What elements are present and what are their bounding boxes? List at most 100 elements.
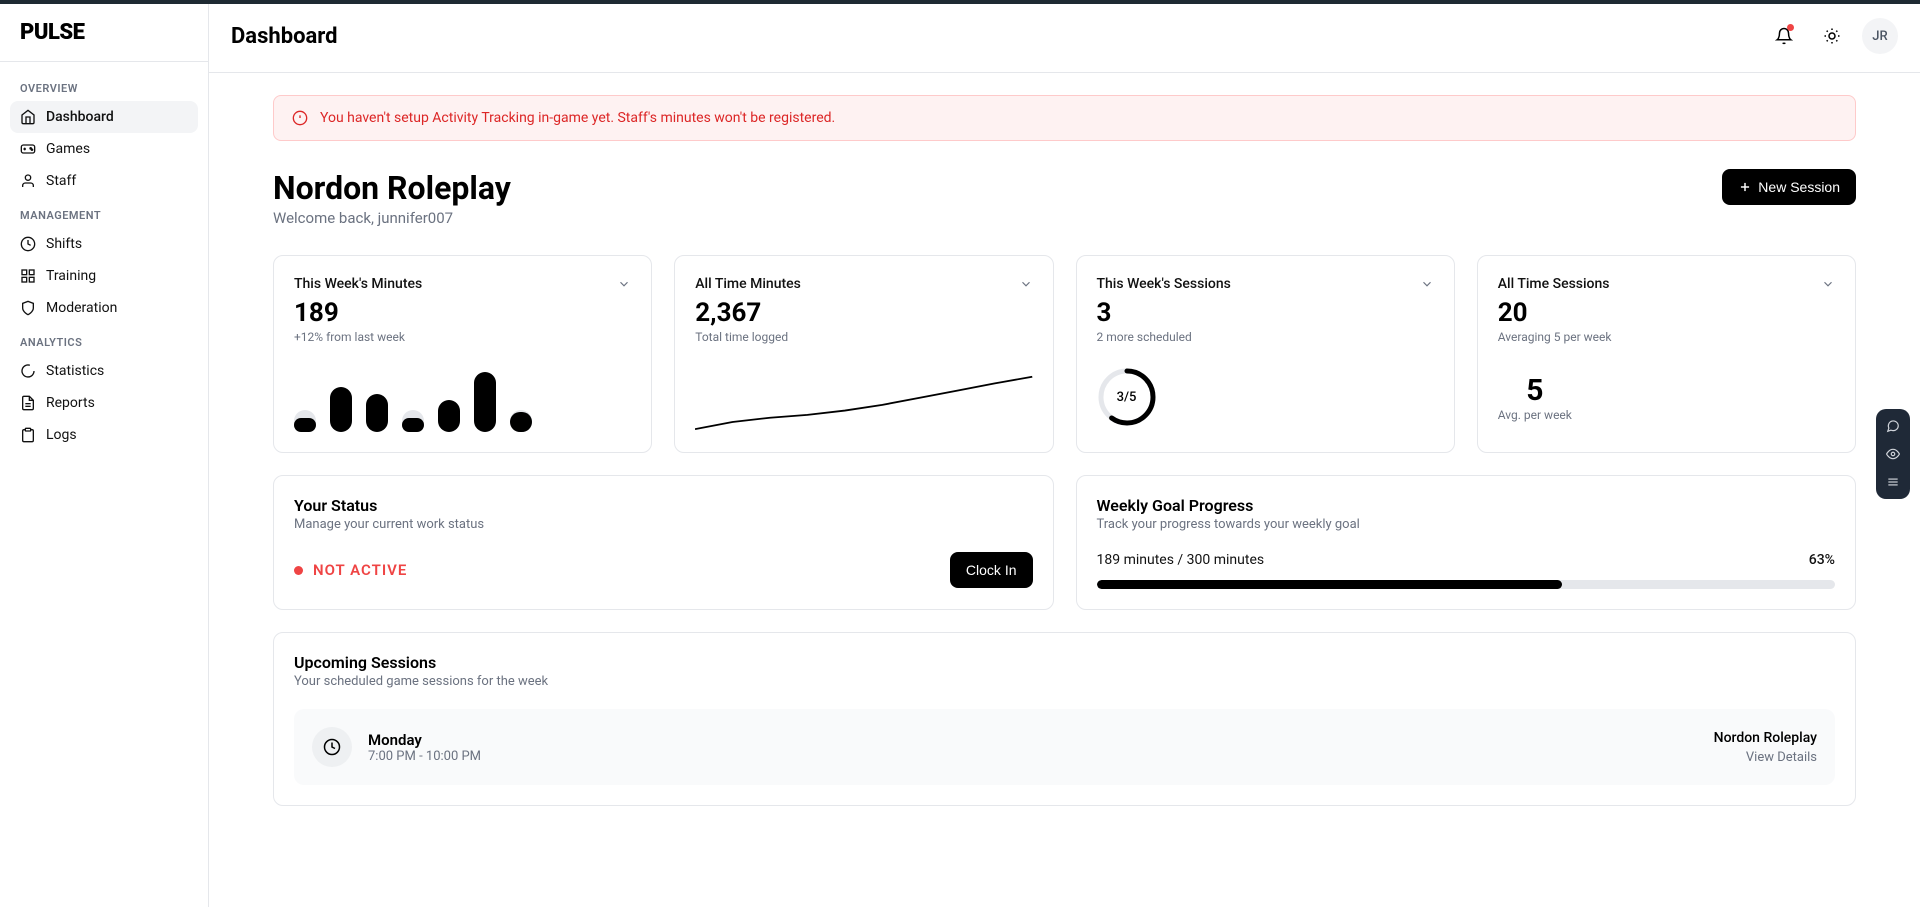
stat-card: This Week's Minutes 189 +12% from last wee…	[273, 255, 652, 453]
nav-item-label: Logs	[46, 427, 77, 443]
goal-percent: 63%	[1809, 552, 1835, 568]
home-icon	[20, 109, 36, 125]
clock-icon	[20, 236, 36, 252]
status-indicator: NOT ACTIVE	[294, 561, 407, 579]
clock-in-button[interactable]: Clock In	[950, 552, 1033, 588]
user-icon	[20, 173, 36, 189]
floating-widget	[1876, 409, 1910, 499]
upcoming-card: Upcoming Sessions Your scheduled game se…	[273, 632, 1856, 806]
stat-value: 20	[1498, 298, 1835, 328]
shield-icon	[20, 300, 36, 316]
notification-dot	[1787, 24, 1794, 31]
goal-progress-fill	[1097, 580, 1562, 589]
nav-item-label: Games	[46, 141, 90, 157]
warning-alert: You haven't setup Activity Tracking in-g…	[273, 95, 1856, 141]
sidebar-item-shifts[interactable]: Shifts	[10, 228, 198, 260]
nav-section-label: MANAGEMENT	[10, 197, 198, 228]
logs-icon	[20, 427, 36, 443]
chart-icon	[20, 363, 36, 379]
session-day: Monday	[368, 731, 481, 749]
brand-logo: PULSE	[0, 4, 208, 62]
stat-label: This Week's Minutes	[294, 276, 422, 292]
plus-icon	[1738, 180, 1752, 194]
theme-toggle[interactable]	[1814, 18, 1850, 54]
widget-menu-button[interactable]	[1882, 473, 1904, 491]
upcoming-title: Upcoming Sessions	[294, 653, 1835, 672]
avg-label: Avg. per week	[1498, 408, 1572, 422]
stat-label: This Week's Sessions	[1097, 276, 1231, 292]
stat-card: All Time Minutes 2,367 Total time logged	[674, 255, 1053, 453]
stat-label: All Time Sessions	[1498, 276, 1610, 292]
nav-item-label: Training	[46, 268, 96, 284]
chevron-down-icon[interactable]	[617, 277, 631, 291]
stat-sub: 2 more scheduled	[1097, 330, 1434, 344]
sidebar-item-statistics[interactable]: Statistics	[10, 355, 198, 387]
sidebar-item-training[interactable]: Training	[10, 260, 198, 292]
nav-item-label: Moderation	[46, 300, 117, 316]
new-session-label: New Session	[1758, 179, 1840, 195]
sidebar-nav: OVERVIEW Dashboard Games StaffMANAGEMENT Shi…	[0, 62, 208, 459]
user-avatar[interactable]: JR	[1862, 18, 1898, 54]
page-subtitle: Welcome back, junnifer007	[273, 209, 511, 227]
sidebar-item-dashboard[interactable]: Dashboard	[10, 101, 198, 133]
header: Dashboard JR	[209, 4, 1920, 73]
grid-icon	[20, 268, 36, 284]
nav-item-label: Statistics	[46, 363, 104, 379]
stat-label: All Time Minutes	[695, 276, 801, 292]
upcoming-sub: Your scheduled game sessions for the wee…	[294, 674, 1835, 689]
status-dot-icon	[294, 566, 303, 575]
chevron-down-icon[interactable]	[1821, 277, 1835, 291]
ring-text: 3/5	[1097, 367, 1157, 427]
stat-sub: Total time logged	[695, 330, 1032, 344]
goal-sub: Track your progress towards your weekly …	[1097, 517, 1836, 532]
stat-sub: +12% from last week	[294, 330, 631, 344]
stat-card: This Week's Sessions 3 2 more scheduled 3/5	[1076, 255, 1455, 453]
sidebar-item-moderation[interactable]: Moderation	[10, 292, 198, 324]
sidebar-item-reports[interactable]: Reports	[10, 387, 198, 419]
avg-block: 5Avg. per week	[1498, 362, 1572, 432]
session-time: 7:00 PM - 10:00 PM	[368, 749, 481, 764]
widget-chat-button[interactable]	[1882, 417, 1904, 435]
line-chart	[695, 372, 1032, 432]
stat-value: 3	[1097, 298, 1434, 328]
gamepad-icon	[20, 141, 36, 157]
clock-icon	[312, 727, 352, 767]
stat-value: 189	[294, 298, 631, 328]
stat-value: 2,367	[695, 298, 1032, 328]
bars-chart	[294, 362, 631, 432]
session-row: Monday7:00 PM - 10:00 PM Nordon Roleplay V…	[294, 709, 1835, 785]
sidebar-item-staff[interactable]: Staff	[10, 165, 198, 197]
file-icon	[20, 395, 36, 411]
nav-section-label: OVERVIEW	[10, 70, 198, 101]
nav-item-label: Shifts	[46, 236, 82, 252]
goal-card: Weekly Goal Progress Track your progress…	[1076, 475, 1857, 610]
header-title: Dashboard	[231, 24, 338, 49]
stat-sub: Averaging 5 per week	[1498, 330, 1835, 344]
nav-item-label: Dashboard	[46, 109, 114, 125]
goal-progress-bar	[1097, 580, 1836, 589]
chevron-down-icon[interactable]	[1420, 277, 1434, 291]
sidebar-item-games[interactable]: Games	[10, 133, 198, 165]
status-title: Your Status	[294, 496, 1033, 515]
new-session-button[interactable]: New Session	[1722, 169, 1856, 205]
avg-number: 5	[1526, 373, 1543, 408]
goal-title: Weekly Goal Progress	[1097, 496, 1836, 515]
session-game: Nordon Roleplay	[1714, 730, 1817, 746]
sun-icon	[1823, 27, 1841, 45]
status-card: Your Status Manage your current work sta…	[273, 475, 1054, 610]
alert-text: You haven't setup Activity Tracking in-g…	[320, 110, 835, 126]
chevron-down-icon[interactable]	[1019, 277, 1033, 291]
ring-chart: 3/5	[1097, 367, 1157, 427]
stat-card: All Time Sessions 20 Averaging 5 per week 5…	[1477, 255, 1856, 453]
page-title: Nordon Roleplay	[273, 169, 511, 207]
status-text: NOT ACTIVE	[313, 561, 407, 579]
nav-item-label: Reports	[46, 395, 95, 411]
status-sub: Manage your current work status	[294, 517, 1033, 532]
notifications-button[interactable]	[1766, 18, 1802, 54]
view-details-link[interactable]: View Details	[1714, 750, 1817, 765]
widget-eye-button[interactable]	[1882, 445, 1904, 463]
sidebar: PULSE OVERVIEW Dashboard Games StaffMANAGEM…	[0, 4, 209, 907]
sidebar-item-logs[interactable]: Logs	[10, 419, 198, 451]
nav-section-label: ANALYTICS	[10, 324, 198, 355]
goal-progress-text: 189 minutes / 300 minutes	[1097, 552, 1265, 568]
